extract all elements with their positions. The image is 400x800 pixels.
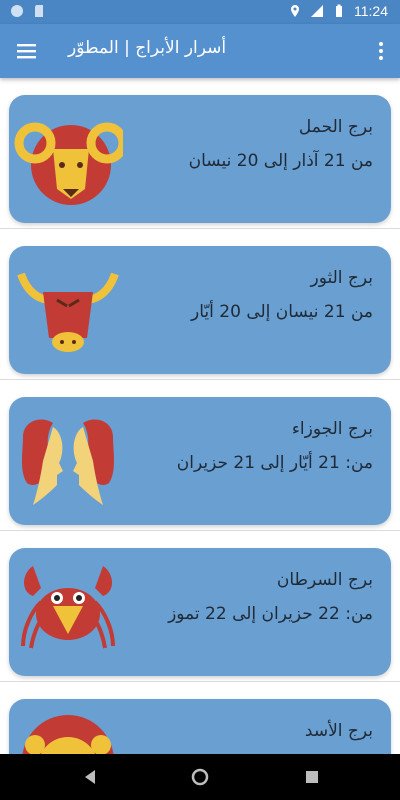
list-item: برج الحمل من 21 آذار إلى 20 نيسان bbox=[0, 78, 400, 229]
more-vert-icon[interactable] bbox=[374, 38, 388, 64]
taurus-bull-icon bbox=[17, 272, 119, 352]
sign-name: برج الأسد bbox=[304, 721, 373, 741]
zodiac-card-aries[interactable]: برج الحمل من 21 آذار إلى 20 نيسان bbox=[9, 95, 391, 223]
sign-name: برج الثور bbox=[310, 268, 373, 288]
sign-name: برج السرطان bbox=[276, 570, 373, 590]
sign-name: برج الجوزاء bbox=[291, 419, 373, 439]
back-icon[interactable] bbox=[80, 767, 100, 787]
status-bar: 11:24 bbox=[0, 0, 400, 24]
list-item: برج الجوزاء من: 21 أيّار إلى 21 حزيران bbox=[0, 380, 400, 531]
sign-dates: من: 21 أيّار إلى 21 حزيران bbox=[176, 453, 373, 473]
sign-dates: من 21 نيسان إلى 20 أيّار bbox=[191, 302, 373, 322]
sign-name: برج الحمل bbox=[298, 117, 373, 137]
signal-icon bbox=[311, 5, 323, 17]
list-item: برج الثور من 21 نيسان إلى 20 أيّار bbox=[0, 229, 400, 380]
battery-icon bbox=[336, 4, 342, 17]
location-icon bbox=[291, 5, 299, 17]
zodiac-list: برج الحمل من 21 آذار إلى 20 نيسان برج ال… bbox=[0, 78, 400, 754]
list-item: برج السرطان من: 22 حزيران إلى 22 تموز bbox=[0, 531, 400, 682]
zodiac-card-taurus[interactable]: برج الثور من 21 نيسان إلى 20 أيّار bbox=[9, 246, 391, 374]
circle-icon bbox=[11, 5, 23, 17]
app-title: أسرار الأبراج | المطوّر bbox=[68, 38, 227, 58]
cancer-crab-icon bbox=[21, 566, 115, 649]
aries-ram-icon bbox=[14, 122, 123, 205]
sd-card-icon bbox=[35, 5, 43, 17]
sign-dates: من 21 آذار إلى 20 نيسان bbox=[188, 151, 373, 171]
gemini-twins-icon bbox=[22, 419, 114, 505]
navigation-bar bbox=[0, 754, 400, 800]
home-icon[interactable] bbox=[190, 767, 210, 787]
status-time: 11:24 bbox=[354, 3, 388, 19]
recents-icon[interactable] bbox=[302, 767, 322, 787]
zodiac-card-cancer[interactable]: برج السرطان من: 22 حزيران إلى 22 تموز bbox=[9, 548, 391, 676]
list-item: برج الأسد bbox=[0, 682, 400, 754]
sign-dates: من: 22 حزيران إلى 22 تموز bbox=[168, 604, 373, 624]
zodiac-card-gemini[interactable]: برج الجوزاء من: 21 أيّار إلى 21 حزيران bbox=[9, 397, 391, 525]
leo-lion-icon bbox=[22, 715, 114, 754]
zodiac-card-leo[interactable]: برج الأسد bbox=[9, 699, 391, 754]
app-bar: أسرار الأبراج | المطوّر bbox=[0, 24, 400, 78]
hamburger-menu-icon[interactable] bbox=[14, 38, 40, 64]
